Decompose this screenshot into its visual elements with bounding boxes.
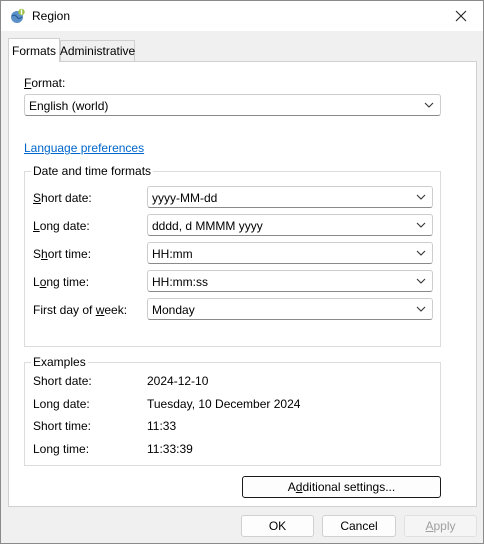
examples-title: Examples (31, 355, 88, 369)
language-preferences-link[interactable]: Language preferences (24, 141, 144, 155)
first-day-of-week-label: First day of week: (33, 303, 128, 317)
tab-formats-label: Formats (11, 43, 56, 58)
example-short-time-label: Short time: (33, 419, 92, 433)
tab-administrative-label: Administrative (59, 44, 136, 58)
example-short-date-label: Short date: (33, 374, 92, 388)
format-label: Format: (24, 76, 66, 90)
window-title: Region (32, 9, 71, 23)
short-date-label: Short date: (33, 191, 92, 205)
cancel-button[interactable]: Cancel (322, 515, 396, 537)
ok-button[interactable]: OK (241, 515, 314, 537)
long-time-dropdown[interactable]: HH:mm:ss (147, 270, 433, 292)
example-long-time-value: 11:33:39 (147, 442, 193, 456)
chevron-down-icon (416, 278, 426, 284)
short-date-value: yyyy-MM-dd (152, 191, 218, 205)
example-long-date-value: Tuesday, 10 December 2024 (147, 397, 301, 411)
date-time-formats-title: Date and time formats (31, 164, 154, 178)
title-bar: Region (1, 1, 483, 31)
chevron-down-icon (416, 306, 426, 312)
first-day-of-week-dropdown[interactable]: Monday (147, 298, 433, 320)
long-time-label: Long time: (33, 275, 90, 289)
chevron-down-icon (416, 194, 426, 200)
example-short-time-value: 11:33 (147, 419, 177, 433)
formats-panel: Format: English (world) Language prefere… (8, 61, 477, 507)
chevron-down-icon (416, 250, 426, 256)
long-date-label: Long date: (33, 219, 90, 233)
example-long-time-label: Long time: (33, 442, 90, 456)
example-long-date-label: Long date: (33, 397, 90, 411)
short-time-value: HH:mm (152, 247, 193, 261)
long-time-value: HH:mm:ss (152, 275, 208, 289)
tab-formats[interactable]: Formats (8, 38, 60, 62)
apply-label: Apply (425, 519, 456, 533)
cancel-label: Cancel (340, 519, 378, 533)
format-value: English (world) (29, 99, 109, 113)
example-short-date-value: 2024-12-10 (147, 374, 209, 388)
tab-administrative[interactable]: Administrative (60, 40, 135, 61)
close-button[interactable] (439, 1, 483, 31)
apply-button[interactable]: Apply (404, 515, 477, 537)
short-time-dropdown[interactable]: HH:mm (147, 242, 433, 264)
additional-settings-label: Additional settings... (287, 480, 396, 494)
region-dialog: Region Formats Administrative Format: En… (0, 0, 484, 544)
ok-label: OK (268, 519, 287, 533)
chevron-down-icon (416, 222, 426, 228)
region-globe-icon (11, 8, 25, 23)
long-date-value: dddd, d MMMM yyyy (152, 219, 263, 233)
close-icon (455, 10, 467, 22)
short-time-label: Short time: (33, 247, 92, 261)
format-dropdown[interactable]: English (world) (24, 94, 441, 116)
short-date-dropdown[interactable]: yyyy-MM-dd (147, 186, 433, 208)
long-date-dropdown[interactable]: dddd, d MMMM yyyy (147, 214, 433, 236)
first-day-of-week-value: Monday (152, 303, 195, 317)
chevron-down-icon (424, 102, 434, 108)
additional-settings-button[interactable]: Additional settings... (242, 476, 441, 498)
